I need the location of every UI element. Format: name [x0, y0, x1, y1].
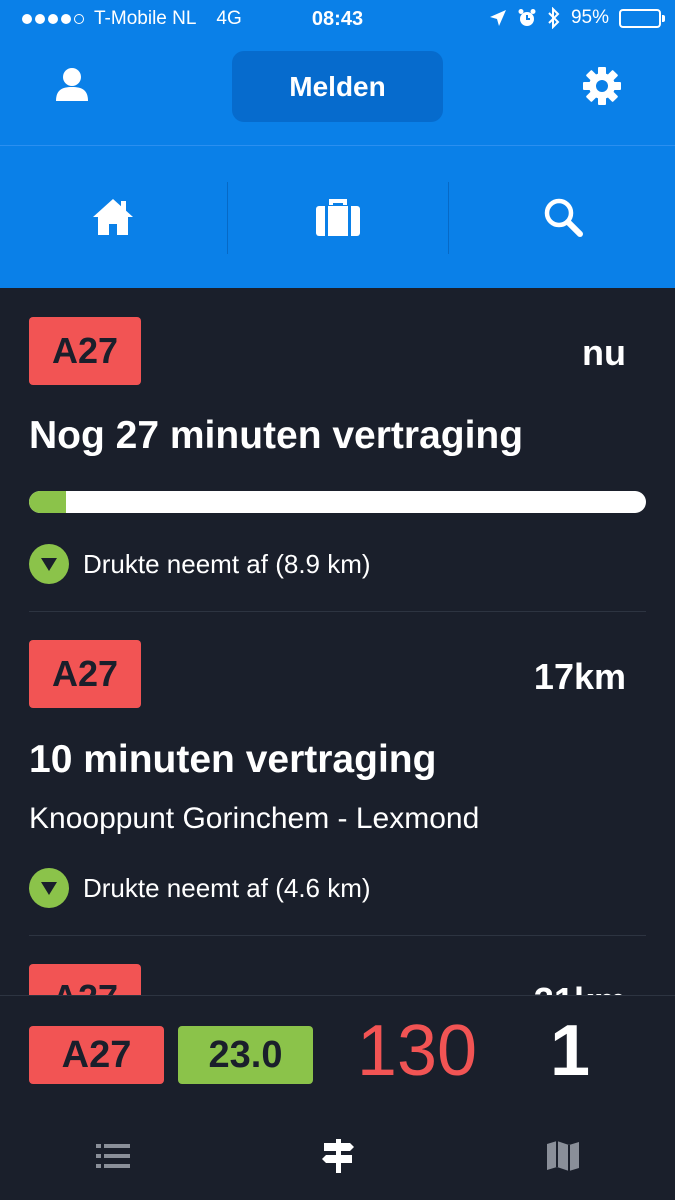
trend-row: Drukte neemt af (8.9 km) — [29, 544, 371, 584]
incident-card[interactable]: A27 nu Nog 27 minuten vertraging Drukte … — [29, 288, 646, 612]
current-status-panel: A27 23.0 130 1 — [0, 995, 675, 1200]
home-icon — [92, 199, 133, 235]
list-icon — [95, 1144, 130, 1168]
incident-headline: 10 minuten vertraging — [29, 738, 437, 781]
quick-nav — [0, 146, 675, 288]
map-icon — [546, 1141, 579, 1171]
header-area: T-Mobile NL 4G 08:43 95% Melden — [0, 0, 675, 288]
alarm-icon — [518, 9, 536, 26]
delay-progress-fill — [29, 491, 67, 513]
melden-button[interactable]: Melden — [232, 51, 443, 122]
road-badge: A27 — [29, 964, 141, 995]
incident-distance: 31km — [534, 980, 626, 995]
road-badge: A27 — [29, 317, 141, 385]
bluetooth-icon — [548, 7, 560, 29]
trend-down-icon — [29, 868, 69, 908]
tab-list[interactable] — [0, 1111, 225, 1200]
incident-card[interactable]: A27 31km — [29, 936, 646, 995]
search-button[interactable] — [450, 146, 675, 288]
briefcase-icon — [315, 199, 360, 236]
trend-text: Drukte neemt af (4.6 km) — [83, 872, 371, 903]
signpost-icon — [321, 1139, 354, 1173]
incident-card[interactable]: A27 17km 10 minuten vertraging Knooppunt… — [29, 612, 646, 936]
incident-count: 1 — [549, 1011, 591, 1091]
battery-percent: 95% — [570, 7, 609, 28]
delay-progress-bar — [29, 491, 646, 513]
nav-separator — [448, 182, 449, 254]
trend-row: Drukte neemt af (4.6 km) — [29, 868, 371, 908]
incident-headline: Nog 27 minuten vertraging — [29, 414, 524, 457]
status-bar: T-Mobile NL 4G 08:43 95% — [0, 0, 675, 38]
trend-down-icon — [29, 544, 69, 584]
home-button[interactable] — [0, 146, 225, 288]
incident-list[interactable]: A27 nu Nog 27 minuten vertraging Drukte … — [0, 288, 675, 995]
tab-bar — [0, 1111, 675, 1200]
speed-limit: 130 — [356, 1011, 478, 1091]
person-icon — [56, 68, 88, 101]
profile-button[interactable] — [50, 64, 94, 108]
tab-map[interactable] — [450, 1111, 675, 1200]
settings-button[interactable] — [580, 64, 624, 108]
battery-icon — [619, 8, 665, 28]
incident-distance: nu — [582, 332, 626, 373]
incident-route: Knooppunt Gorinchem - Lexmond — [29, 802, 480, 835]
search-icon — [544, 198, 583, 237]
current-speed-badge: 23.0 — [178, 1026, 313, 1084]
work-button[interactable] — [225, 146, 450, 288]
trend-text: Drukte neemt af (8.9 km) — [83, 548, 371, 579]
tab-route[interactable] — [225, 1111, 450, 1200]
gear-icon — [583, 67, 621, 105]
incident-distance: 17km — [533, 656, 626, 697]
current-road-badge: A27 — [29, 1026, 164, 1084]
location-arrow-icon — [489, 10, 506, 26]
road-badge: A27 — [29, 640, 141, 708]
